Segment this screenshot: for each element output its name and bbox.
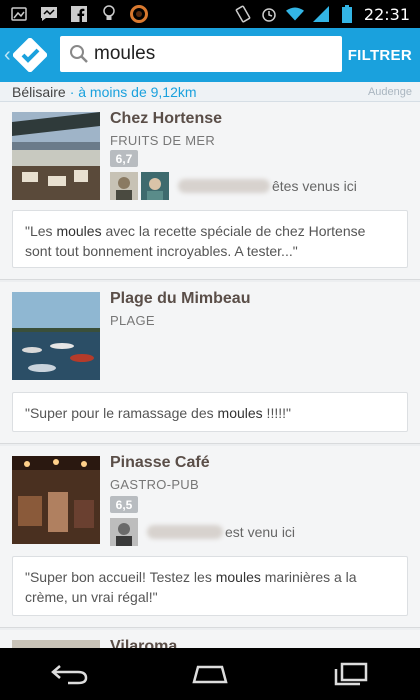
- venue-photo[interactable]: [12, 640, 100, 648]
- screenshot-icon: [10, 5, 28, 23]
- friends-row[interactable]: êtes venus ici: [110, 172, 357, 200]
- chat-icon: [40, 5, 58, 23]
- status-time: 22:31: [363, 4, 410, 24]
- score-badge: 6,5: [110, 496, 138, 513]
- tip-highlight: moules: [56, 223, 102, 239]
- battery-icon: [338, 5, 356, 23]
- location-city: Bélisaire: [12, 83, 66, 100]
- wifi-icon: [285, 5, 304, 23]
- avatar[interactable]: [141, 172, 169, 200]
- friend-names-blurred: [178, 179, 270, 193]
- recents-icon: [334, 662, 368, 686]
- location-distance: · à moins de 9,12km: [69, 83, 197, 100]
- friends-text: est venu ici: [225, 524, 296, 540]
- venue-photo[interactable]: [12, 456, 100, 544]
- home-button[interactable]: [180, 654, 240, 694]
- friends-row[interactable]: est venu ici: [110, 518, 295, 546]
- venue-card-plage-du-mimbeau[interactable]: Plage du Mimbeau PLAGE "Super pour le ra…: [0, 282, 420, 444]
- venue-card-vilaroma[interactable]: Vilaroma: [0, 630, 420, 648]
- tip-text: "Les: [25, 223, 57, 239]
- navigation-bar: [0, 648, 420, 700]
- friends-text: êtes venus ici: [272, 178, 357, 194]
- search-input-value[interactable]: moules: [94, 43, 155, 65]
- tip-highlight: moules: [215, 569, 261, 585]
- venue-category: GASTRO-PUB: [110, 477, 199, 492]
- tip-card[interactable]: "Super pour le ramassage des moules !!!!…: [12, 392, 408, 432]
- home-icon: [192, 665, 228, 684]
- recents-button[interactable]: [320, 654, 380, 694]
- venue-list[interactable]: Chez Hortense FRUITS DE MER 6,7 êtes ven…: [0, 102, 420, 648]
- tip-text: "Super pour le ramassage des: [25, 405, 218, 421]
- bulb-icon: [100, 5, 118, 23]
- tip-card[interactable]: "Les moules avec la recette spéciale de …: [12, 210, 408, 268]
- back-button[interactable]: [40, 654, 100, 694]
- location-strip[interactable]: Bélisaire · à moins de 9,12km Audenge: [0, 82, 420, 102]
- back-arrow-icon: [51, 665, 88, 685]
- foursquare-logo-icon: [12, 38, 47, 72]
- search-field[interactable]: moules: [60, 36, 342, 72]
- avatar[interactable]: [110, 172, 138, 200]
- friend-names-blurred: [147, 525, 223, 539]
- venue-name[interactable]: Pinasse Café: [110, 454, 210, 472]
- score-badge: 6,7: [110, 150, 138, 167]
- vibrate-icon: [234, 5, 252, 23]
- avatar[interactable]: [110, 518, 138, 546]
- tip-text: !!!!!": [262, 405, 291, 421]
- record-icon: [130, 5, 148, 23]
- home-up-button[interactable]: ‹: [0, 28, 56, 82]
- venue-name[interactable]: Vilaroma: [110, 638, 177, 648]
- venue-category: PLAGE: [110, 313, 155, 328]
- venue-card-chez-hortense[interactable]: Chez Hortense FRUITS DE MER 6,7 êtes ven…: [0, 102, 420, 280]
- tip-card[interactable]: "Super bon accueil! Testez les moules ma…: [12, 556, 408, 616]
- tip-text: "Super bon accueil! Testez les: [25, 569, 216, 585]
- filter-button[interactable]: FILTRER: [348, 28, 412, 82]
- signal-icon: [312, 5, 330, 23]
- venue-photo[interactable]: [12, 112, 100, 200]
- action-bar: ‹ moules FILTRER: [0, 28, 420, 82]
- search-icon: [70, 45, 88, 63]
- venue-card-pinasse-cafe[interactable]: Pinasse Café GASTRO-PUB 6,5 est venu ici…: [0, 446, 420, 628]
- status-bar: 22:31: [0, 0, 420, 28]
- venue-category: FRUITS DE MER: [110, 133, 216, 148]
- venue-name[interactable]: Plage du Mimbeau: [110, 290, 250, 308]
- map-label: Audenge: [367, 86, 412, 98]
- chevron-left-icon: ‹: [4, 43, 11, 66]
- tip-highlight: moules: [217, 405, 263, 421]
- venue-name[interactable]: Chez Hortense: [110, 110, 222, 128]
- facebook-icon: [70, 5, 88, 23]
- alarm-icon: [260, 5, 278, 23]
- venue-photo[interactable]: [12, 292, 100, 380]
